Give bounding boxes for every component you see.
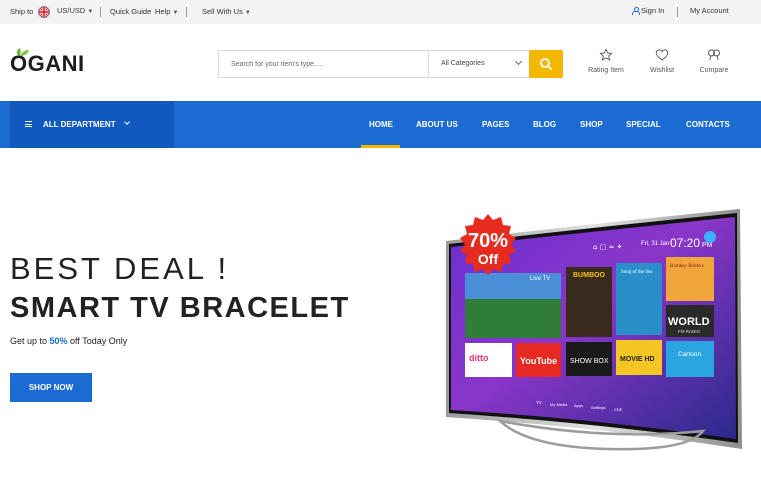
help-dropdown[interactable]: Help ▼ bbox=[155, 7, 178, 18]
tv-profile-icon bbox=[704, 231, 716, 243]
tv-app-fm-radio: FM RADIO bbox=[678, 329, 700, 334]
shop-now-button[interactable]: SHOP NOW bbox=[10, 373, 92, 402]
help-label: Help bbox=[155, 7, 171, 16]
tv-dock-my-media: My Media bbox=[550, 402, 568, 407]
site-logo[interactable]: OGANI bbox=[10, 52, 85, 76]
category-select[interactable]: All Categories bbox=[428, 51, 531, 77]
tv-dock-settings: Settings bbox=[591, 405, 605, 410]
compare-icon bbox=[708, 49, 720, 61]
tv-dock-tv: TV bbox=[536, 400, 542, 405]
sign-in-label: Sign In bbox=[641, 6, 665, 15]
all-department-dropdown[interactable]: ALL DEPARTMENT bbox=[10, 101, 174, 148]
main-nav: ALL DEPARTMENT HOME ABOUT US PAGES BLOG … bbox=[0, 101, 761, 148]
rating-item-button[interactable]: Rating Item bbox=[581, 48, 631, 74]
active-nav-indicator bbox=[361, 145, 400, 148]
divider bbox=[186, 7, 187, 17]
tv-app-song-of-the-sea: Song of the Sea bbox=[621, 270, 653, 275]
star-icon bbox=[599, 48, 613, 61]
menu-icon bbox=[25, 121, 32, 127]
caret-down-icon: ▼ bbox=[244, 10, 251, 16]
top-bar: Ship to US/USD ▼ Quick Guide Help ▼ Sell W… bbox=[0, 0, 761, 24]
nav-item-about-us[interactable]: ABOUT US bbox=[416, 120, 458, 129]
user-icon bbox=[632, 7, 640, 15]
sell-with-us-dropdown[interactable]: Sell With Us ▼ bbox=[202, 7, 251, 18]
caret-down-icon: ▼ bbox=[87, 9, 94, 15]
compare-button[interactable]: Compare bbox=[689, 48, 739, 74]
tv-app-cartoon: Cartoon bbox=[678, 351, 702, 358]
currency-label: US/USD bbox=[57, 6, 86, 15]
currency-dropdown[interactable]: US/USD ▼ bbox=[57, 6, 93, 17]
tv-clock-date: Fri, 31 Jan bbox=[641, 241, 669, 247]
discount-badge-off: Off bbox=[478, 251, 499, 267]
tv-clock-period: PM bbox=[702, 242, 713, 249]
tv-app-youtube: YouTube bbox=[520, 356, 557, 366]
tv-clock-time: 07:20 bbox=[670, 236, 700, 250]
divider bbox=[100, 7, 101, 17]
smart-tv-image: 07:20 PM Fri, 31 Jan ⌂ ▢ ≈ ✦ Live TV BUM… bbox=[446, 209, 742, 451]
tv-app-world: WORLD bbox=[668, 316, 710, 328]
hero-subtitle-suffix: off Today Only bbox=[67, 336, 128, 346]
tv-app-bumboo: BUMBOO bbox=[573, 272, 605, 279]
tv-app-ditto: ditto bbox=[469, 353, 489, 363]
tv-app-live-tv: Live TV bbox=[530, 276, 550, 282]
discount-badge-percent: 70% bbox=[468, 230, 508, 252]
divider bbox=[677, 7, 678, 17]
category-select-label: All Categories bbox=[441, 60, 485, 67]
hero-subtitle: Get up to 50% off Today Only bbox=[10, 336, 127, 346]
tv-app-show-box: SHOW BOX bbox=[570, 358, 609, 365]
hero-title: SMART TV BRACELET bbox=[10, 292, 350, 324]
caret-down-icon: ▼ bbox=[172, 10, 179, 16]
tv-dock-apps: Apps bbox=[574, 403, 583, 408]
wishlist-button[interactable]: Wishlist bbox=[637, 48, 687, 74]
search-bar: All Categories bbox=[218, 50, 563, 78]
nav-item-shop[interactable]: SHOP bbox=[580, 120, 603, 129]
wishlist-label: Wishlist bbox=[649, 67, 675, 74]
quick-guide-link[interactable]: Quick Guide bbox=[110, 7, 151, 17]
ship-to-label: Ship to bbox=[10, 7, 34, 16]
tv-status-icons: ⌂ ▢ ≈ ✦ bbox=[593, 243, 623, 251]
tv-app-movie-hd: MOVIE HD bbox=[620, 356, 655, 363]
nav-item-special[interactable]: SPECIAL bbox=[626, 120, 661, 129]
rating-item-label: Rating Item bbox=[588, 67, 624, 74]
hero-discount-percent: 50% bbox=[49, 336, 68, 346]
tv-app-bombay-bolders: Bombay Bolders bbox=[670, 264, 704, 269]
sign-in-link[interactable]: Sign In bbox=[632, 6, 664, 16]
hero-eyebrow: BEST DEAL ! bbox=[10, 251, 230, 286]
heart-icon bbox=[655, 49, 669, 61]
search-input[interactable] bbox=[219, 51, 428, 77]
search-icon bbox=[540, 58, 552, 70]
nav-item-pages[interactable]: PAGES bbox=[482, 120, 509, 129]
tv-dock-cde: CDE bbox=[614, 407, 623, 412]
all-department-label: ALL DEPARTMENT bbox=[43, 120, 116, 129]
nav-item-contacts[interactable]: CONTACTS bbox=[686, 120, 730, 129]
chevron-down-icon bbox=[514, 57, 523, 66]
chevron-down-icon bbox=[124, 119, 130, 125]
sell-with-us-label: Sell With Us bbox=[202, 7, 243, 16]
hero-subtitle-prefix: Get up to bbox=[10, 336, 50, 346]
search-button[interactable] bbox=[529, 50, 563, 78]
tv-tile-cartoon bbox=[666, 341, 714, 377]
nav-item-blog[interactable]: BLOG bbox=[533, 120, 556, 129]
nav-item-home[interactable]: HOME bbox=[369, 120, 393, 129]
compare-label: Compare bbox=[699, 67, 729, 74]
uk-flag-icon[interactable] bbox=[38, 6, 50, 18]
my-account-link[interactable]: My Account bbox=[690, 6, 729, 16]
